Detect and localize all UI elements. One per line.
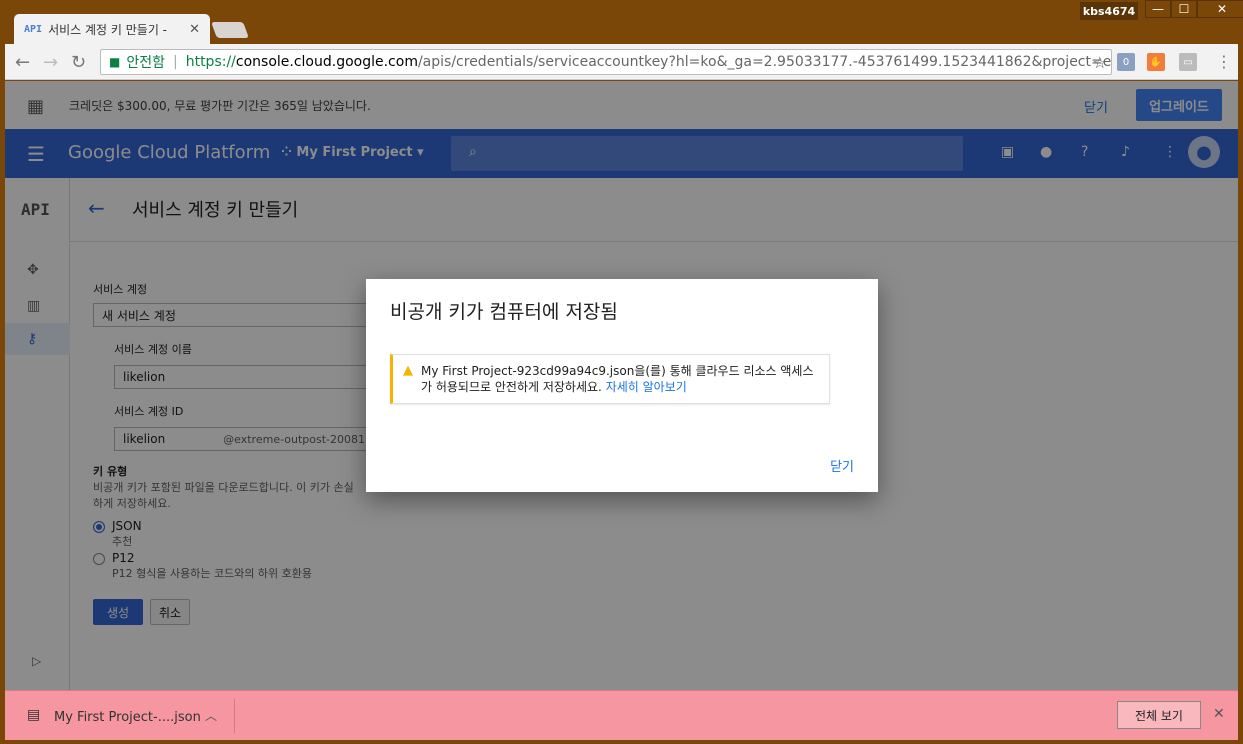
download-bar: ▤ My First Project-....json ︿ 전체 보기 ✕	[5, 690, 1238, 740]
extension-hand-icon[interactable]: ✋	[1147, 53, 1165, 71]
minimize-button[interactable]: —	[1145, 0, 1171, 18]
url-path: /apis/credentials/serviceaccountkey?hl=k…	[417, 54, 1112, 70]
download-item[interactable]: My First Project-....json	[54, 710, 201, 725]
reload-icon[interactable]: ↻	[71, 52, 86, 73]
file-icon: ▤	[27, 707, 41, 723]
modal-scrim-top	[5, 81, 1238, 178]
window-close-button[interactable]: ✕	[1197, 0, 1243, 18]
notice-text: My First Project-923cd99a94c9.json을(를) 통…	[421, 363, 814, 395]
api-favicon-icon: API	[24, 23, 43, 35]
dialog-title: 비공개 키가 컴퓨터에 저장됨	[390, 301, 618, 323]
browser-menu-icon[interactable]: ⋮	[1216, 52, 1232, 71]
maximize-button[interactable]: ☐	[1171, 0, 1197, 18]
warning-notice: ▲ My First Project-923cd99a94c9.json을(를)…	[390, 354, 830, 404]
download-divider	[234, 699, 235, 733]
window-titlebar: API 서비스 계정 키 만들기 - ✕ kbs4674 — ☐ ✕	[0, 0, 1243, 44]
new-tab-button[interactable]	[211, 22, 249, 38]
browser-toolbar: ← → ↻ ■ 안전함 | https://console.cloud.goog…	[5, 44, 1238, 80]
tab-title: 서비스 계정 키 만들기 -	[48, 22, 168, 37]
page-viewport: ▦ 크레딧은 $300.00, 무료 평가판 기간은 365일 남았습니다. 닫…	[5, 81, 1238, 690]
profile-badge[interactable]: kbs4674	[1080, 2, 1138, 20]
learn-more-link[interactable]: 자세히 알아보기	[606, 380, 687, 394]
secure-label: 안전함	[126, 55, 165, 71]
bookmark-star-icon[interactable]: ☆	[1093, 53, 1107, 72]
address-separator: |	[172, 54, 178, 70]
tab-close-icon[interactable]: ✕	[189, 22, 200, 37]
extension-counter-icon[interactable]: 0	[1117, 53, 1135, 71]
address-bar[interactable]: ■ 안전함 | https://console.cloud.google.com…	[100, 49, 1112, 75]
browser-tab[interactable]: API 서비스 계정 키 만들기 - ✕	[14, 14, 210, 44]
notice-line2: 가 허용되므로 안전하게 저장하세요.	[421, 380, 602, 394]
chevron-up-icon[interactable]: ︿	[205, 707, 217, 724]
dialog-close-button[interactable]: 닫기	[830, 456, 854, 475]
download-bar-close-icon[interactable]: ✕	[1213, 706, 1225, 722]
url-protocol: https://	[185, 54, 236, 70]
key-saved-dialog: 비공개 키가 컴퓨터에 저장됨 ▲ My First Project-923cd…	[366, 279, 878, 492]
back-icon[interactable]: ←	[15, 52, 30, 73]
warning-icon: ▲	[403, 363, 413, 378]
show-all-button[interactable]: 전체 보기	[1117, 701, 1201, 729]
lock-icon: ■	[109, 55, 121, 69]
notice-line1: My First Project-923cd99a94c9.json을(를) 통…	[421, 364, 814, 378]
forward-icon[interactable]: →	[43, 52, 58, 73]
extension-gray-icon[interactable]: ▭	[1179, 53, 1197, 71]
url-host: console.cloud.google.com	[235, 54, 418, 70]
